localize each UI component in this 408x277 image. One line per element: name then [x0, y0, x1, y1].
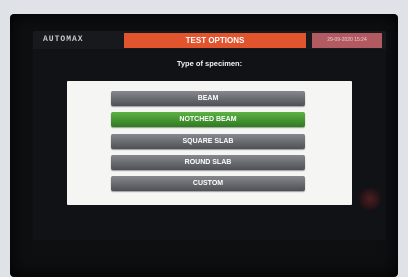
option-beam-button[interactable]: BEAM: [111, 91, 305, 106]
option-notched-beam-button[interactable]: NOTCHED BEAM: [111, 112, 305, 127]
datetime-display: 29-09-2020 15:24: [312, 33, 382, 48]
option-square-slab-button[interactable]: SQUARE SLAB: [111, 134, 305, 149]
touch-screen: AUTOMAX TEST OPTIONS 29-09-2020 15:24 Ty…: [33, 31, 386, 240]
option-round-slab-button[interactable]: ROUND SLAB: [111, 155, 305, 170]
options-panel: BEAM NOTCHED BEAM SQUARE SLAB ROUND SLAB…: [67, 81, 352, 205]
screen-reflection: [359, 188, 381, 210]
specimen-prompt: Type of specimen:: [176, 59, 243, 68]
screen-title: TEST OPTIONS: [124, 33, 306, 48]
option-custom-button[interactable]: CUSTOM: [111, 176, 305, 191]
brand-logo: AUTOMAX: [43, 35, 84, 44]
header-bar: AUTOMAX TEST OPTIONS 29-09-2020 15:24: [33, 31, 386, 49]
